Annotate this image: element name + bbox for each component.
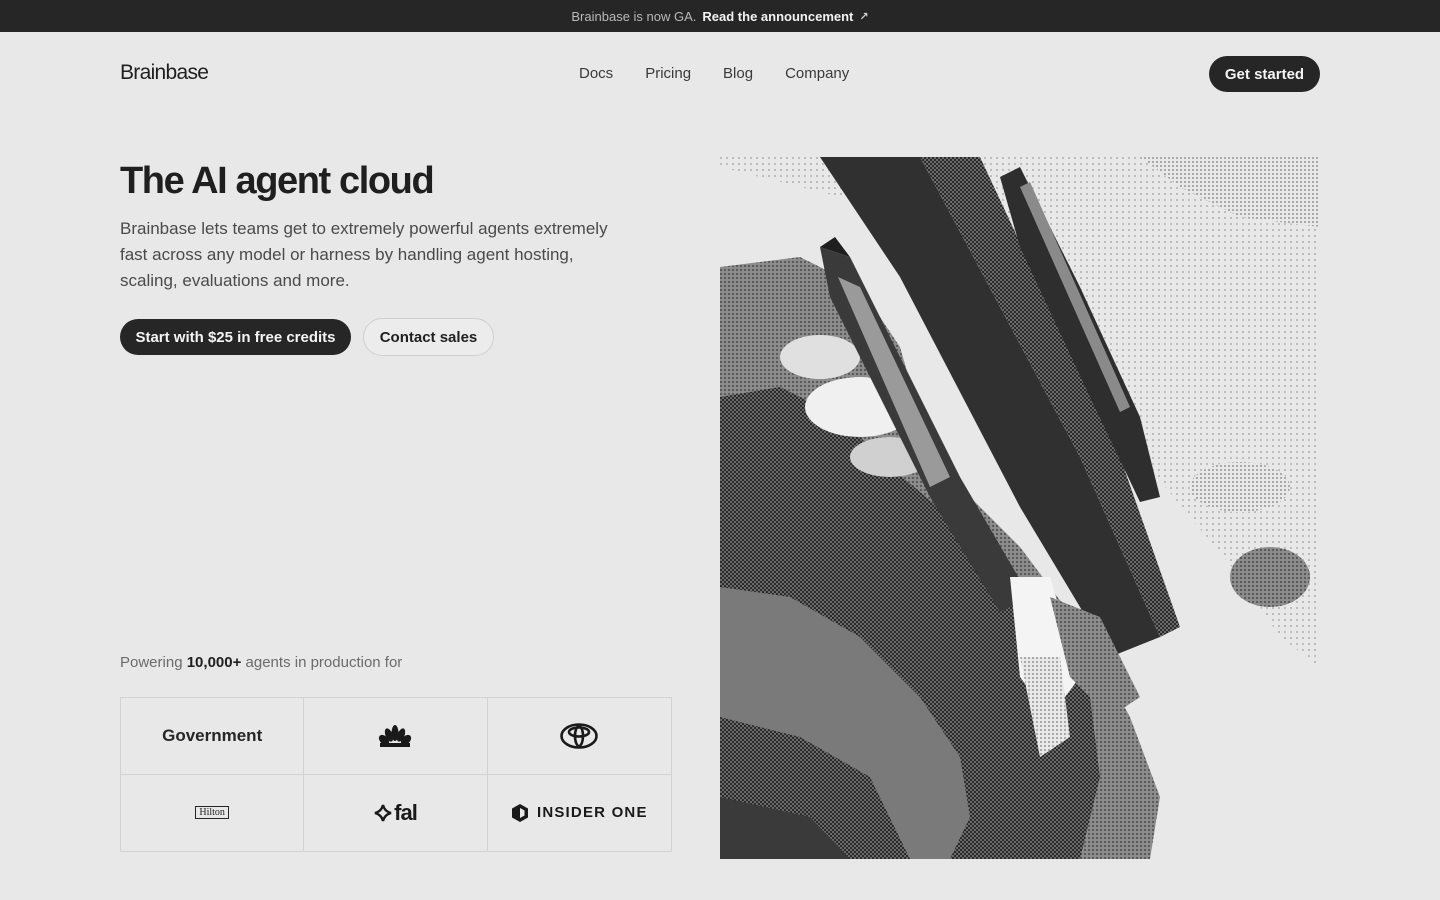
rocket-dither-illustration bbox=[720, 157, 1320, 859]
get-started-button[interactable]: Get started bbox=[1209, 56, 1320, 92]
logo-cell-insider: INSIDER ONE bbox=[488, 775, 671, 852]
nav-link-company[interactable]: Company bbox=[785, 65, 849, 82]
insider-one-text: INSIDER ONE bbox=[536, 804, 648, 822]
top-nav: Brainbase Docs Pricing Blog Company Get … bbox=[0, 32, 1440, 116]
hero-description: Brainbase lets teams get to extremely po… bbox=[120, 219, 608, 290]
logo-cell-toyota bbox=[487, 698, 671, 775]
customer-logo-grid: Government Hilton fal INSIDER ONE bbox=[120, 697, 672, 852]
powering-suffix: agents in production for bbox=[245, 654, 403, 671]
logo-cell-government: Government bbox=[121, 698, 305, 775]
logo-cell-nbc bbox=[304, 698, 488, 775]
rocket-launch-image bbox=[720, 157, 1320, 859]
powering-prefix: Powering bbox=[120, 654, 183, 671]
logo-cell-fal: fal bbox=[304, 774, 488, 851]
nbc-peacock-icon bbox=[379, 724, 412, 747]
announcement-link-label: Read the announcement bbox=[702, 8, 854, 24]
insider-mark-icon bbox=[511, 803, 528, 822]
hilton-logo: Hilton bbox=[195, 806, 229, 820]
nav-links: Docs Pricing Blog Company bbox=[579, 65, 849, 82]
contact-sales-button[interactable]: Contact sales bbox=[363, 318, 494, 356]
nav-link-docs[interactable]: Docs bbox=[579, 65, 613, 82]
fal-mark-icon bbox=[374, 804, 392, 822]
hero-title: The AI agent cloud bbox=[120, 160, 435, 202]
insider-one-logo: INSIDER ONE bbox=[511, 803, 648, 823]
announcement-banner: Brainbase is now GA. Read the announceme… bbox=[0, 0, 1440, 32]
nav-link-blog[interactable]: Blog bbox=[723, 65, 753, 82]
logo-cell-hilton: Hilton bbox=[121, 774, 305, 851]
announcement-link[interactable]: Read the announcement ↗ bbox=[702, 9, 868, 24]
banner-text: Brainbase is now GA. bbox=[571, 8, 697, 24]
fal-logo: fal bbox=[374, 799, 418, 826]
fal-logo-text: fal bbox=[394, 799, 418, 825]
arrow-up-right-icon: ↗ bbox=[859, 10, 869, 23]
brand-logo[interactable]: Brainbase bbox=[120, 61, 209, 85]
powering-text: Powering 10,000+ agents in production fo… bbox=[120, 654, 402, 671]
toyota-icon bbox=[560, 722, 599, 749]
government-logo: Government bbox=[162, 725, 263, 745]
agent-count: 10,000+ bbox=[186, 654, 242, 671]
free-credits-button[interactable]: Start with $25 in free credits bbox=[120, 319, 351, 355]
nav-link-pricing[interactable]: Pricing bbox=[645, 65, 691, 82]
